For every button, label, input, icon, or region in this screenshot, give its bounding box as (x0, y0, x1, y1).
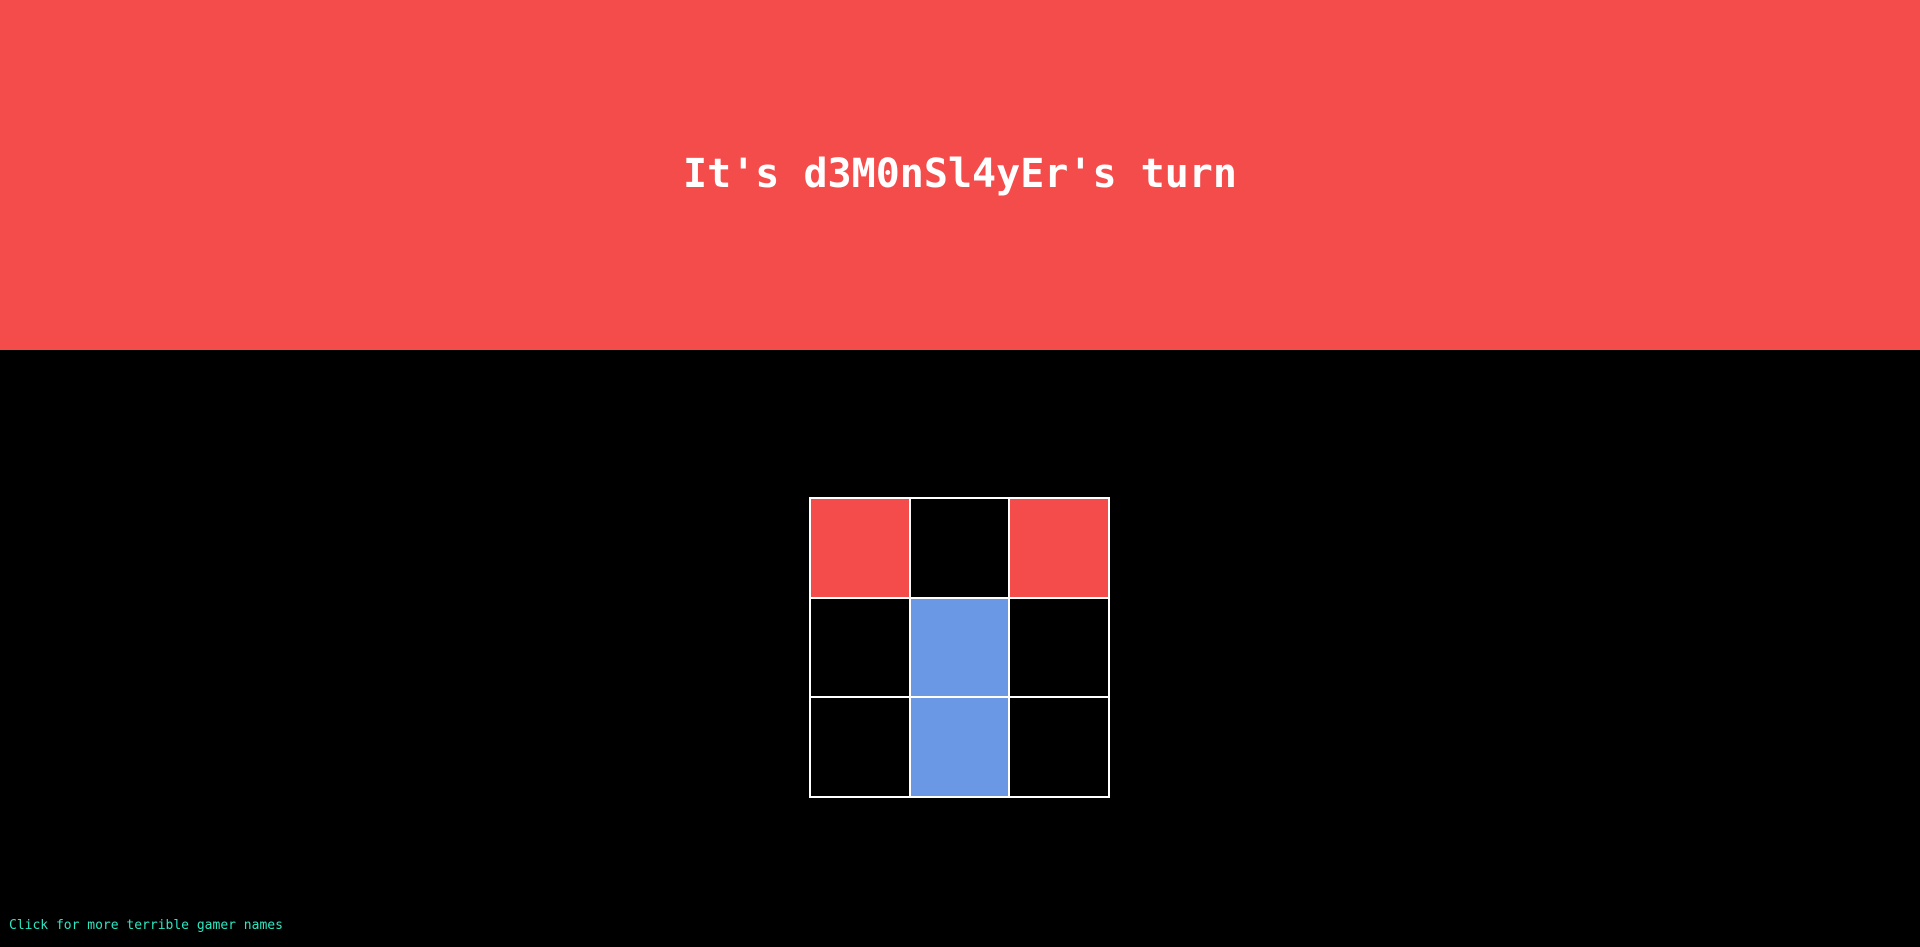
turn-banner: It's d3M0nSl4yEr's turn (0, 0, 1920, 350)
board-cell[interactable] (810, 597, 910, 698)
board-cell[interactable] (1009, 498, 1109, 598)
game-board (809, 497, 1110, 798)
turn-indicator: It's d3M0nSl4yEr's turn (683, 151, 1237, 197)
board-cell[interactable] (810, 697, 910, 797)
board-cell[interactable] (909, 498, 1010, 598)
board-cell[interactable] (909, 697, 1010, 797)
board-cell[interactable] (1009, 697, 1109, 797)
board-cell[interactable] (909, 597, 1010, 698)
board-cell[interactable] (810, 498, 910, 598)
more-gamer-names-link[interactable]: Click for more terrible gamer names (9, 918, 283, 933)
board-cell[interactable] (1009, 597, 1109, 698)
